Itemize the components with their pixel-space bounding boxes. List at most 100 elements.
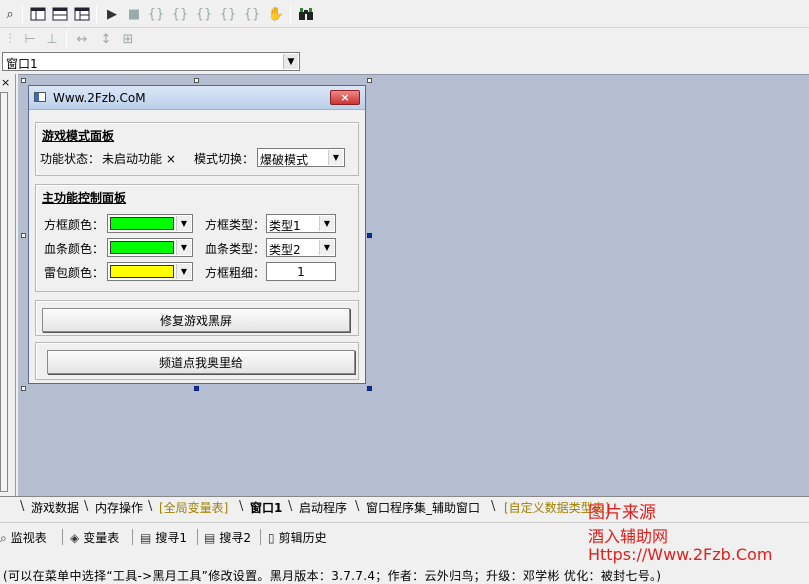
tab-separator: \ — [288, 499, 293, 514]
mode-label: 模式切换： — [194, 152, 255, 166]
tab-global-vars[interactable]: [全局变量表] — [159, 499, 228, 516]
mine-color-swatch — [110, 265, 174, 278]
tab-separator: \ — [84, 499, 89, 514]
box-color-select[interactable]: ▼ — [107, 214, 193, 233]
close-icon[interactable]: × — [1, 76, 10, 89]
toolbar-separator — [96, 5, 97, 23]
window-icon — [34, 92, 46, 102]
window-title: Www.2Fzb.CoM — [53, 91, 146, 105]
game-mode-group: 游戏模式面板 功能状态： 未启动功能 × 模式切换： 爆破模式 ▼ — [35, 122, 359, 176]
resize-handle[interactable] — [367, 78, 372, 83]
hp-color-select[interactable]: ▼ — [107, 238, 193, 257]
mode-select[interactable]: 爆破模式 ▼ — [257, 148, 345, 167]
panel-separator — [197, 529, 198, 545]
breakpoint-icon[interactable]: {} — [242, 4, 262, 24]
layout2-icon[interactable] — [50, 4, 70, 24]
tab-separator: \ — [148, 499, 153, 514]
channel-group: 频道点我奥里给 — [35, 342, 359, 380]
step-line-icon[interactable]: {} — [218, 4, 238, 24]
box-type-select[interactable]: 类型1 ▼ — [266, 214, 336, 233]
close-button[interactable]: × — [330, 90, 360, 105]
same-height-icon[interactable]: ↕ — [96, 29, 116, 49]
tab-window1[interactable]: 窗口1 — [250, 499, 282, 516]
same-width-icon[interactable]: ↔ — [72, 29, 92, 49]
chevron-down-icon[interactable]: ▼ — [176, 216, 191, 231]
search1-button[interactable]: ▤ 搜寻1 — [140, 529, 187, 546]
align-right-icon[interactable]: ⊥ — [42, 29, 62, 49]
mine-color-select[interactable]: ▼ — [107, 262, 193, 281]
watch-button[interactable]: ⌕ 监视表 — [0, 529, 47, 546]
box-width-input[interactable]: 1 — [266, 262, 336, 281]
resize-handle[interactable] — [194, 78, 199, 83]
tab-startup[interactable]: 启动程序 — [299, 499, 347, 516]
align-center-icon[interactable]: ⊢ — [20, 29, 40, 49]
main-control-title: 主功能控制面板 — [42, 191, 127, 205]
resize-handle[interactable] — [21, 78, 26, 83]
main-toolbar: ⌕ ▶ ■ {} {} {} {} {} ✋ — [0, 0, 809, 28]
resize-handle[interactable] — [21, 233, 26, 238]
resize-handle[interactable] — [367, 233, 372, 238]
vars-label: 变量表 — [83, 531, 120, 545]
designed-window[interactable]: Www.2Fzb.CoM × 游戏模式面板 功能状态： 未启动功能 × 模式切换… — [28, 85, 366, 384]
binoculars-icon[interactable] — [296, 4, 316, 24]
run-icon[interactable]: ▶ — [102, 4, 122, 24]
resize-handle[interactable] — [194, 386, 199, 391]
tab-separator: \ — [355, 499, 360, 514]
variables-icon: ◈ — [70, 531, 80, 545]
resize-handle[interactable] — [21, 386, 26, 391]
align-left-icon[interactable]: ⫶ — [0, 29, 20, 49]
search-icon[interactable]: ⌕ — [0, 4, 20, 24]
mode-select-value: 爆破模式 — [260, 153, 309, 167]
hp-color-label: 血条颜色： — [44, 242, 105, 256]
window-selector-combo[interactable]: 窗口1 ▼ — [2, 52, 300, 71]
watermark-line3: Https://Www.2Fzb.Com — [588, 545, 773, 564]
tab-separator: \ — [491, 499, 496, 514]
box-width-label: 方框粗细： — [205, 266, 266, 280]
search-icon: ▤ — [140, 531, 152, 545]
hp-type-select[interactable]: 类型2 ▼ — [266, 238, 336, 257]
chevron-down-icon[interactable]: ▼ — [319, 240, 334, 255]
step-out-icon[interactable]: {} — [194, 4, 214, 24]
box-type-value: 类型1 — [269, 219, 301, 233]
vars-button[interactable]: ◈ 变量表 — [70, 529, 119, 546]
window-titlebar[interactable]: Www.2Fzb.CoM × — [29, 86, 365, 110]
hp-type-label: 血条类型： — [205, 242, 266, 256]
status-value: 未启动功能 × — [102, 152, 176, 166]
magnifier-icon: ⌕ — [0, 531, 7, 545]
chevron-down-icon[interactable]: ▼ — [319, 216, 334, 231]
watermark-line1: 图片来源 — [588, 503, 656, 523]
left-panel: × — [0, 74, 16, 498]
align-toolbar: ⫶ ⊢ ⊥ ↔ ↕ ⊞ — [0, 28, 809, 50]
toolbar-separator — [66, 30, 67, 48]
fix-black-screen-button[interactable]: 修复游戏黑屏 — [42, 308, 350, 332]
step-into-icon[interactable]: {} — [146, 4, 166, 24]
same-size-icon[interactable]: ⊞ — [118, 29, 138, 49]
layout-icon[interactable] — [28, 4, 48, 24]
chevron-down-icon[interactable]: ▼ — [328, 150, 343, 165]
chevron-down-icon[interactable]: ▼ — [176, 240, 191, 255]
step-over-icon[interactable]: {} — [170, 4, 190, 24]
clip-history-label: 剪辑历史 — [278, 531, 327, 545]
chevron-down-icon[interactable]: ▼ — [283, 54, 298, 69]
search-icon: ▤ — [204, 531, 216, 545]
clip-history-button[interactable]: ▯ 剪辑历史 — [268, 529, 327, 546]
tab-window-assembly[interactable]: 窗口程序集_辅助窗口 — [366, 499, 480, 516]
box-color-swatch — [110, 217, 174, 230]
search2-button[interactable]: ▤ 搜寻2 — [204, 529, 251, 546]
watermark-line2: 酒入辅助网 — [588, 527, 669, 546]
hp-color-swatch — [110, 241, 174, 254]
box-type-label: 方框类型： — [205, 218, 266, 232]
panel-separator — [260, 529, 261, 545]
hand-icon[interactable]: ✋ — [266, 4, 286, 24]
main-control-group: 主功能控制面板 方框颜色： ▼ 血条颜色： ▼ 雷包颜色： ▼ 方框类型： 类型… — [35, 184, 359, 292]
hp-type-value: 类型2 — [269, 243, 301, 257]
chevron-down-icon[interactable]: ▼ — [176, 264, 191, 279]
layout3-icon[interactable] — [72, 4, 92, 24]
tab-memory-ops[interactable]: 内存操作 — [95, 499, 143, 516]
resize-handle[interactable] — [367, 386, 372, 391]
channel-button[interactable]: 频道点我奥里给 — [47, 350, 355, 374]
tab-game-data[interactable]: 游戏数据 — [31, 499, 79, 516]
watch-label: 监视表 — [10, 531, 47, 545]
stop-icon[interactable]: ■ — [124, 4, 144, 24]
status-text: (可以在菜单中选择“工具->黑月工具”修改设置。黑月版本：3.7.7.4；作者：… — [3, 569, 662, 583]
